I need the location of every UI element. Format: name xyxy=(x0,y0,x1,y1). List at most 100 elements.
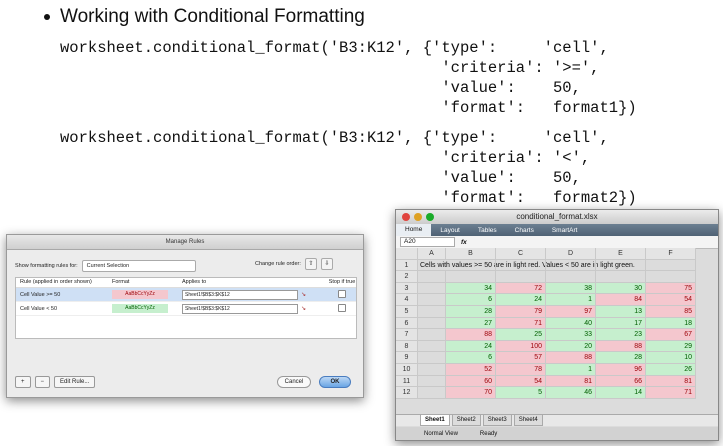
row-header[interactable]: 10 xyxy=(396,363,418,376)
tab-home[interactable]: Home xyxy=(396,224,432,236)
applies-to-field[interactable]: Sheet1!$B$3:$K$12 xyxy=(182,289,298,300)
cell[interactable]: 81 xyxy=(646,375,696,388)
cell[interactable]: 14 xyxy=(596,387,646,399)
row-header[interactable]: 11 xyxy=(396,375,418,388)
cell[interactable]: 79 xyxy=(496,305,546,318)
applies-to-field[interactable]: Sheet1!$B$3:$K$12 xyxy=(182,303,298,314)
cell[interactable]: 27 xyxy=(446,317,496,330)
show-rules-select[interactable]: Current Selection xyxy=(81,260,196,272)
range-picker-icon[interactable]: ↘ xyxy=(301,305,311,313)
sheet-tab[interactable]: Sheet2 xyxy=(451,415,481,426)
cell[interactable]: 23 xyxy=(596,329,646,341)
cell[interactable]: 96 xyxy=(596,363,646,376)
sheet-tab[interactable]: Sheet4 xyxy=(513,415,543,426)
row-header[interactable]: 2 xyxy=(396,271,418,283)
cell[interactable] xyxy=(418,305,446,318)
spreadsheet-grid[interactable]: A B C D E F 1 Cells with values >= 50 are in li… xyxy=(396,248,696,399)
cell[interactable] xyxy=(446,271,496,283)
row-header[interactable]: 5 xyxy=(396,305,418,318)
tab-smartart[interactable]: SmartArt xyxy=(543,227,587,234)
cell[interactable] xyxy=(646,271,696,283)
cell[interactable] xyxy=(446,259,496,272)
cell[interactable] xyxy=(496,271,546,283)
cell[interactable]: 70 xyxy=(446,387,496,399)
cell[interactable]: 28 xyxy=(596,352,646,364)
cell[interactable]: 6 xyxy=(446,352,496,364)
range-picker-icon[interactable]: ↘ xyxy=(301,291,311,299)
cell[interactable]: 88 xyxy=(546,352,596,364)
close-icon[interactable] xyxy=(402,213,410,221)
cell[interactable]: 84 xyxy=(596,294,646,306)
sheet-tab[interactable]: Sheet1 xyxy=(420,415,450,426)
cell[interactable]: 18 xyxy=(646,317,696,330)
cell[interactable] xyxy=(596,271,646,283)
cell[interactable] xyxy=(546,271,596,283)
column-header[interactable]: C xyxy=(496,248,546,260)
cell[interactable]: Cells with values >= 50 are in light red… xyxy=(418,260,635,272)
cell[interactable]: 29 xyxy=(646,340,696,353)
remove-rule-button[interactable]: − xyxy=(34,376,51,388)
column-header[interactable]: B xyxy=(446,248,496,260)
row-header[interactable]: 6 xyxy=(396,317,418,330)
cell[interactable] xyxy=(596,259,646,272)
cell[interactable] xyxy=(418,294,446,306)
cancel-button[interactable]: Cancel xyxy=(277,376,311,388)
cell[interactable]: 1 xyxy=(546,363,596,376)
cell[interactable]: 25 xyxy=(496,329,546,341)
cell[interactable]: 26 xyxy=(646,363,696,376)
row-header[interactable]: 4 xyxy=(396,294,418,306)
rule-row[interactable]: Cell Value < 50 AaBbCcYyZz Sheet1!$B$3:$… xyxy=(16,302,356,316)
cell[interactable]: 10 xyxy=(646,352,696,364)
minimize-icon[interactable] xyxy=(414,213,422,221)
ok-button[interactable]: OK xyxy=(319,376,351,388)
cell[interactable] xyxy=(418,340,446,353)
cell[interactable] xyxy=(418,387,446,399)
cell[interactable]: 34 xyxy=(446,282,496,295)
cell[interactable]: 30 xyxy=(596,282,646,295)
stop-if-true-checkbox[interactable] xyxy=(338,289,346,298)
cell[interactable] xyxy=(418,329,446,341)
cell[interactable]: 17 xyxy=(596,317,646,330)
stop-if-true-checkbox[interactable] xyxy=(338,303,346,312)
move-down-button[interactable]: ⇩ xyxy=(320,258,333,270)
edit-rule-button[interactable]: Edit Rule... xyxy=(54,376,96,388)
name-box[interactable]: A20 xyxy=(400,237,455,247)
row-header[interactable]: 7 xyxy=(396,329,418,341)
cell[interactable]: 67 xyxy=(646,329,696,341)
cell[interactable]: 100 xyxy=(496,340,546,353)
cell[interactable]: 46 xyxy=(546,387,596,399)
column-header[interactable]: D xyxy=(546,248,596,260)
cell[interactable]: 88 xyxy=(446,329,496,341)
cell[interactable]: 52 xyxy=(446,363,496,376)
cell[interactable] xyxy=(418,375,446,388)
rule-row[interactable]: Cell Value >= 50 AaBbCcYyZz Sheet1!$B$3:… xyxy=(16,288,356,302)
cell[interactable]: 60 xyxy=(446,375,496,388)
cell[interactable] xyxy=(496,259,546,272)
cell[interactable] xyxy=(418,282,446,295)
cell[interactable]: 97 xyxy=(546,305,596,318)
cell[interactable] xyxy=(546,259,596,272)
row-header[interactable]: 3 xyxy=(396,282,418,295)
cell[interactable]: 38 xyxy=(546,282,596,295)
tab-layout[interactable]: Layout xyxy=(431,227,469,234)
add-rule-button[interactable]: + xyxy=(15,376,31,388)
cell[interactable]: 6 xyxy=(446,294,496,306)
cell[interactable] xyxy=(646,259,696,272)
cell[interactable]: 81 xyxy=(546,375,596,388)
row-header[interactable]: 9 xyxy=(396,352,418,364)
cell[interactable]: 33 xyxy=(546,329,596,341)
row-header[interactable]: 8 xyxy=(396,340,418,353)
cell[interactable]: 54 xyxy=(496,375,546,388)
cell[interactable]: 24 xyxy=(496,294,546,306)
cell[interactable] xyxy=(418,363,446,376)
cell[interactable]: 71 xyxy=(496,317,546,330)
tab-charts[interactable]: Charts xyxy=(506,227,543,234)
cell[interactable]: 40 xyxy=(546,317,596,330)
cell[interactable]: 24 xyxy=(446,340,496,353)
cell[interactable]: 54 xyxy=(646,294,696,306)
cell[interactable]: 1 xyxy=(546,294,596,306)
cell[interactable]: 88 xyxy=(596,340,646,353)
column-header[interactable]: A xyxy=(418,248,446,260)
cell[interactable] xyxy=(418,271,446,283)
cell[interactable]: 13 xyxy=(596,305,646,318)
